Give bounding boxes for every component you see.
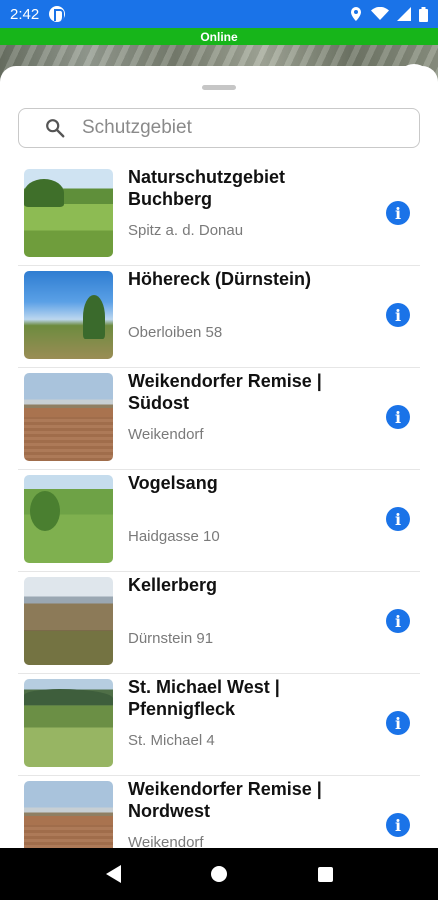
info-icon[interactable]: i xyxy=(386,303,410,327)
area-thumbnail xyxy=(24,577,113,665)
recents-icon xyxy=(317,866,333,882)
area-title: Weikendorfer Remise | Südost xyxy=(128,371,322,413)
list-item[interactable]: Vogelsang Haidgasse 10 i xyxy=(18,470,420,572)
info-icon[interactable]: i xyxy=(386,507,410,531)
area-title: Höhereck (Dürnstein) xyxy=(128,269,312,289)
area-address: Weikendorf xyxy=(128,426,204,443)
area-address: Oberloiben 58 xyxy=(128,324,223,341)
back-icon xyxy=(105,865,121,883)
signal-icon xyxy=(397,7,411,21)
area-thumbnail xyxy=(24,271,113,359)
info-icon[interactable]: i xyxy=(386,813,410,837)
area-address: Spitz a. d. Donau xyxy=(128,222,244,239)
list-item[interactable]: Höhereck (Dürnstein) Oberloiben 58 i xyxy=(18,266,420,368)
status-icons xyxy=(349,6,428,22)
area-thumbnail xyxy=(24,781,113,848)
status-bar: 2:42 xyxy=(0,0,438,28)
area-thumbnail xyxy=(24,169,113,257)
wifi-icon xyxy=(371,7,389,20)
sheet-drag-handle[interactable] xyxy=(202,85,236,90)
list-item[interactable]: Weikendorfer Remise | Nordwest Weikendor… xyxy=(18,776,420,848)
back-button[interactable] xyxy=(93,854,133,894)
area-title: Kellerberg xyxy=(128,575,218,595)
area-address: St. Michael 4 xyxy=(128,732,215,749)
area-thumbnail xyxy=(24,373,113,461)
list-item[interactable]: Weikendorfer Remise | Südost Weikendorf … xyxy=(18,368,420,470)
area-address: Dürnstein 91 xyxy=(128,630,214,647)
bottom-sheet: Naturschutzgebiet Buchberg Spitz a. d. D… xyxy=(0,66,438,848)
area-address: Haidgasse 10 xyxy=(128,528,220,545)
info-icon[interactable]: i xyxy=(386,711,410,735)
list-item[interactable]: Kellerberg Dürnstein 91 i xyxy=(18,572,420,674)
battery-icon xyxy=(419,6,428,22)
area-title: Naturschutzgebiet Buchberg xyxy=(128,167,286,209)
area-list: Naturschutzgebiet Buchberg Spitz a. d. D… xyxy=(0,164,438,848)
navigation-bar xyxy=(0,848,438,900)
app-notification-icon xyxy=(49,6,66,22)
list-item[interactable]: St. Michael West | Pfennigfleck St. Mich… xyxy=(18,674,420,776)
search-bar[interactable] xyxy=(18,108,420,148)
area-thumbnail xyxy=(24,475,113,563)
search-icon xyxy=(46,119,65,138)
status-time: 2:42 xyxy=(10,5,40,23)
area-address: Weikendorf xyxy=(128,834,204,848)
info-icon[interactable]: i xyxy=(386,609,410,633)
info-icon[interactable]: i xyxy=(386,405,410,429)
location-icon xyxy=(351,7,361,21)
area-title: St. Michael West | Pfennigfleck xyxy=(128,677,280,719)
info-icon[interactable]: i xyxy=(386,201,410,225)
search-input[interactable] xyxy=(82,117,382,139)
area-title: Weikendorfer Remise | Nordwest xyxy=(128,779,322,821)
area-thumbnail xyxy=(24,679,113,767)
home-button[interactable] xyxy=(199,854,239,894)
list-item[interactable]: Naturschutzgebiet Buchberg Spitz a. d. D… xyxy=(18,164,420,266)
recents-button[interactable] xyxy=(305,854,345,894)
home-icon xyxy=(211,866,227,882)
online-banner: Online xyxy=(0,28,438,45)
area-title: Vogelsang xyxy=(128,473,218,493)
